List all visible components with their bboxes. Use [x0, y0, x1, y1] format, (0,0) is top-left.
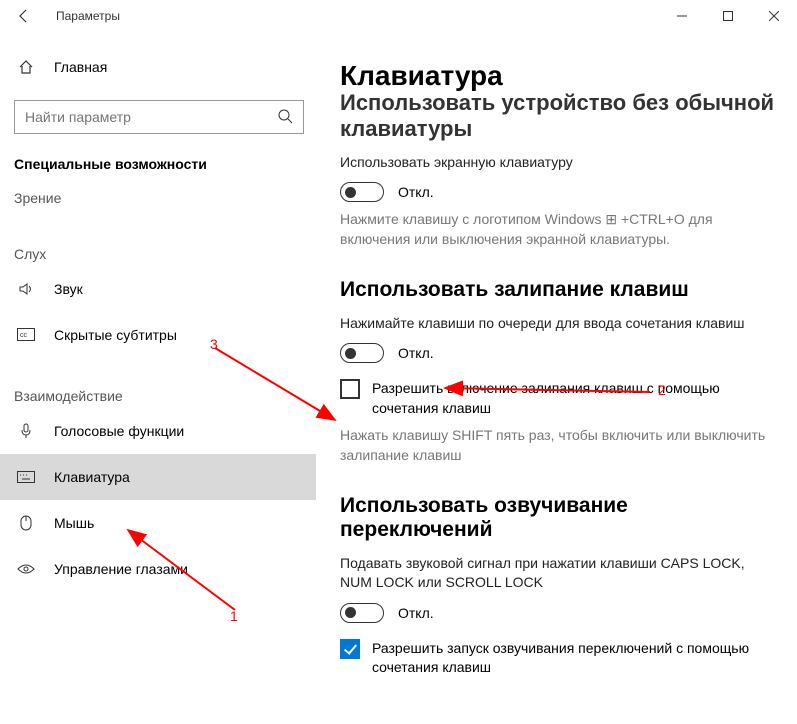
nav-label: Клавиатура [54, 469, 130, 485]
minimize-button[interactable] [659, 0, 705, 32]
sticky-shortcut-checkbox[interactable] [340, 379, 360, 399]
togglekeys-toggle[interactable] [340, 603, 384, 623]
back-button[interactable] [8, 0, 40, 32]
captions-icon: cc [16, 328, 36, 342]
maximize-icon [723, 11, 733, 21]
sidebar-item-sound[interactable]: Звук [14, 266, 316, 312]
togglekeys-state: Откл. [398, 605, 434, 621]
category-header: Специальные возможности [14, 156, 316, 172]
sticky-shortcut-label: Разрешить включение залипания клавиш с п… [372, 379, 777, 418]
togglekeys-heading: Использовать озвучивание переключений [340, 494, 777, 542]
search-input[interactable] [14, 100, 304, 134]
nav-label: Мышь [54, 515, 94, 531]
keyboard-icon [16, 471, 36, 483]
eye-icon [16, 563, 36, 575]
annotation-1: 1 [230, 608, 238, 624]
close-button[interactable] [751, 0, 797, 32]
microphone-icon [16, 423, 36, 439]
search-field[interactable] [25, 109, 255, 125]
sidebar-item-mouse[interactable]: Мышь [14, 500, 316, 546]
osk-toggle[interactable] [340, 182, 384, 202]
osk-label: Использовать экранную клавиатуру [340, 153, 777, 173]
svg-text:cc: cc [20, 332, 28, 339]
nav-label: Голосовые функции [54, 423, 184, 439]
sidebar-item-captions[interactable]: cc Скрытые субтитры [14, 312, 316, 358]
close-icon [769, 11, 779, 21]
sticky-heading: Использовать залипание клавиш [340, 278, 777, 302]
maximize-button[interactable] [705, 0, 751, 32]
home-label: Главная [54, 59, 107, 75]
group-vision: Зрение [14, 190, 316, 206]
osk-hint: Нажмите клавишу с логотипом Windows ⊞ +C… [340, 210, 777, 249]
nav-label: Скрытые субтитры [54, 327, 177, 343]
sticky-state: Откл. [398, 345, 434, 361]
sticky-desc: Нажимайте клавиши по очереди для ввода с… [340, 314, 777, 334]
home-icon [16, 59, 36, 75]
window-title: Параметры [56, 9, 120, 23]
annotation-2: 2 [658, 382, 666, 398]
page-title: Клавиатура [340, 60, 777, 92]
osk-state: Откл. [398, 184, 434, 200]
sidebar-item-eye[interactable]: Управление глазами [14, 546, 316, 592]
group-interaction: Взаимодействие [14, 388, 316, 404]
nav-label: Звук [54, 281, 83, 297]
cut-heading: Использовать устройство без обычной клав… [340, 90, 777, 143]
speaker-icon [16, 281, 36, 297]
sidebar-item-home[interactable]: Главная [14, 44, 316, 90]
search-icon [277, 108, 293, 127]
arrow-left-icon [16, 8, 32, 24]
content-pane: Клавиатура Использовать устройство без о… [316, 32, 797, 724]
minimize-icon [677, 11, 687, 21]
togglekeys-shortcut-label: Разрешить запуск озвучивания переключени… [372, 639, 777, 678]
annotation-3: 3 [210, 336, 218, 352]
sidebar: Главная Специальные возможности Зрение С… [0, 32, 316, 724]
nav-label: Управление глазами [54, 561, 188, 577]
sticky-shortcut-hint: Нажать клавишу SHIFT пять раз, чтобы вкл… [340, 426, 777, 465]
togglekeys-desc: Подавать звуковой сигнал при нажатии кла… [340, 554, 777, 593]
togglekeys-shortcut-checkbox[interactable] [340, 639, 360, 659]
sticky-toggle[interactable] [340, 343, 384, 363]
mouse-icon [16, 515, 36, 531]
sidebar-item-speech[interactable]: Голосовые функции [14, 408, 316, 454]
group-hearing: Слух [14, 246, 316, 262]
sidebar-item-keyboard[interactable]: Клавиатура [0, 454, 316, 500]
